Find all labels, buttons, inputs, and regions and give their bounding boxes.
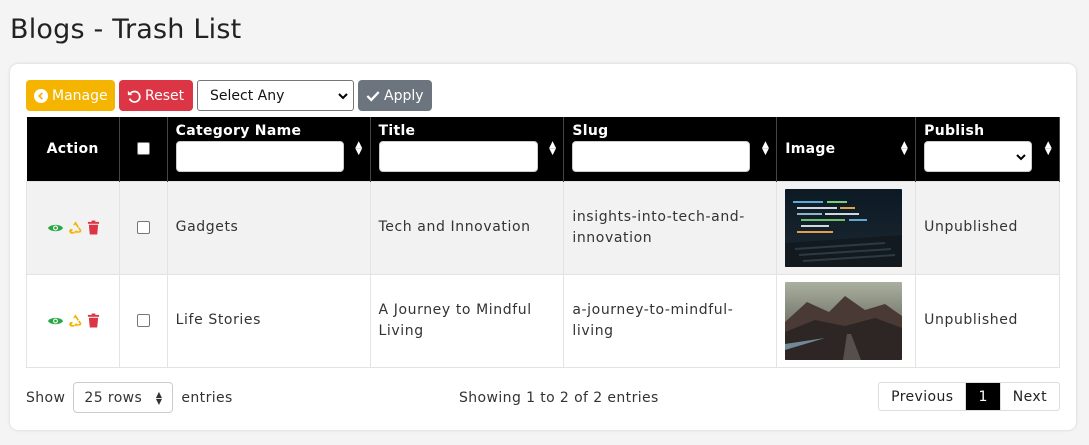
slug-cell: a-journey-to-mindful-living xyxy=(563,273,778,368)
reset-button[interactable]: Reset xyxy=(119,80,193,111)
blog-thumbnail-image xyxy=(785,188,903,267)
image-cell xyxy=(776,273,917,368)
select-cell xyxy=(118,180,168,275)
select-all-checkbox[interactable] xyxy=(136,142,150,156)
chevron-left-circle-icon xyxy=(34,88,48,103)
recycle-icon[interactable] xyxy=(68,313,83,328)
page-title: Blogs - Trash List xyxy=(10,14,242,45)
pagination: Previous 1 Next xyxy=(878,382,1060,411)
sort-icon: ▲ ▼ xyxy=(1044,139,1052,157)
column-header-slug[interactable]: Slug ▲ ▼ xyxy=(563,117,778,181)
category-cell: Life Stories xyxy=(166,273,371,368)
show-label: Show xyxy=(26,389,66,406)
blog-thumbnail-image xyxy=(785,281,903,360)
eye-icon[interactable] xyxy=(47,315,64,327)
table-row: Gadgets Tech and Innovation insights-int… xyxy=(26,180,1060,275)
row-checkbox[interactable] xyxy=(136,314,150,327)
chevron-down-icon xyxy=(1016,154,1026,161)
manage-button[interactable]: Manage xyxy=(26,80,115,111)
apply-button[interactable]: Apply xyxy=(358,80,432,111)
column-header-action: Action xyxy=(26,117,120,181)
column-header-image[interactable]: Image ▲ ▼ xyxy=(776,117,917,181)
trash-table: Action Category Name ▲▼ Title ▲▼ Slug xyxy=(26,117,1060,368)
updown-icon: ▲ ▼ xyxy=(155,389,163,406)
previous-page-button[interactable]: Previous xyxy=(879,383,965,410)
publish-cell: Unpublished xyxy=(915,180,1060,275)
title-cell: Tech and Innovation xyxy=(369,180,565,275)
bulk-action-value: Select Any xyxy=(210,87,285,104)
select-cell xyxy=(118,273,168,368)
image-header-label: Image xyxy=(785,140,836,157)
sort-icon: ▲ ▼ xyxy=(355,139,363,157)
eye-icon[interactable] xyxy=(47,222,64,234)
apply-label: Apply xyxy=(384,87,424,104)
column-header-title[interactable]: Title ▲ ▼ xyxy=(370,117,565,181)
page-1-button[interactable]: 1 xyxy=(965,383,1000,410)
trash-icon[interactable] xyxy=(87,220,100,235)
table-footer: Show 25 rows ▲ ▼ entries Showing 1 to 2 o… xyxy=(26,382,1060,415)
row-checkbox[interactable] xyxy=(136,221,150,234)
sort-icon: ▲ ▼ xyxy=(549,139,557,157)
trash-list-card: Manage Reset Select Any Apply Action Cat… xyxy=(10,64,1076,430)
category-header-label: Category Name xyxy=(175,123,302,139)
entries-label: entries xyxy=(181,389,233,406)
trash-icon[interactable] xyxy=(87,313,100,328)
sort-icon: ▲ ▼ xyxy=(761,139,770,157)
check-icon xyxy=(366,90,380,102)
recycle-icon[interactable] xyxy=(68,220,83,235)
slug-filter-input[interactable] xyxy=(572,141,751,172)
publish-cell: Unpublished xyxy=(915,273,1060,368)
table-info: Showing 1 to 2 of 2 entries xyxy=(459,390,659,406)
title-cell: A Journey to Mindful Living xyxy=(369,273,565,368)
image-cell xyxy=(776,180,917,275)
title-header-label: Title xyxy=(378,123,416,139)
publish-header-label: Publish xyxy=(924,123,985,139)
rows-per-page-value: 25 rows xyxy=(84,389,143,406)
rows-per-page-select[interactable]: 25 rows ▲ ▼ xyxy=(73,382,174,413)
page-length-control: Show 25 rows ▲ ▼ entries xyxy=(26,382,233,413)
slug-header-label: Slug xyxy=(572,123,609,139)
next-page-button[interactable]: Next xyxy=(999,383,1059,410)
slug-cell: insights-into-tech-and-innovation xyxy=(563,180,778,275)
category-cell: Gadgets xyxy=(166,180,371,275)
chevron-down-icon xyxy=(338,92,348,99)
column-header-category[interactable]: Category Name ▲ ▼ xyxy=(167,117,371,181)
bulk-action-select[interactable]: Select Any xyxy=(197,80,354,111)
table-row: Life Stories A Journey to Mindful Living… xyxy=(26,273,1060,368)
reset-label: Reset xyxy=(145,87,185,104)
action-cell xyxy=(26,180,120,275)
sort-icon: ▲ ▼ xyxy=(900,139,909,157)
toolbar: Manage Reset Select Any Apply xyxy=(26,80,432,111)
undo-icon xyxy=(127,90,141,103)
publish-filter-select[interactable] xyxy=(924,141,1033,172)
column-header-publish[interactable]: Publish ▲ ▼ xyxy=(915,117,1060,181)
category-filter-input[interactable] xyxy=(175,141,344,172)
action-cell xyxy=(26,273,120,368)
manage-label: Manage xyxy=(52,87,108,104)
table-header-row: Action Category Name ▲▼ Title ▲▼ Slug xyxy=(26,117,1060,181)
column-header-select xyxy=(119,117,168,181)
title-filter-input[interactable] xyxy=(378,141,538,172)
